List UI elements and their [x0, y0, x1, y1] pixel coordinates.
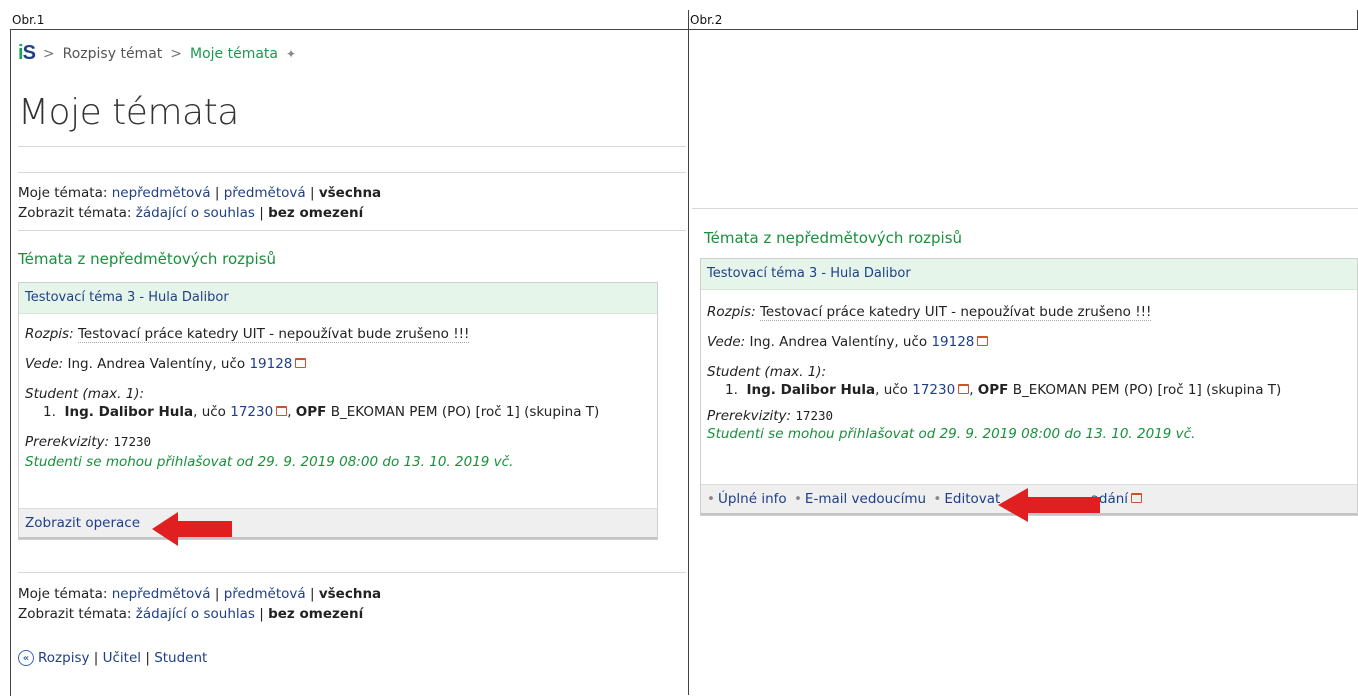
topic-card: Testovací téma 3 - Hula Dalibor Rozpis: … — [18, 282, 658, 540]
divider — [18, 146, 686, 147]
faculty: OPF — [295, 404, 327, 420]
filter-vsechna-active: všechna — [318, 586, 382, 602]
vede-label: Vede: — [25, 356, 64, 372]
topic-card-expanded: Testovací téma 3 - Hula Dalibor Rozpis: … — [700, 258, 1358, 516]
filters-bottom: Moje témata: nepředmětová | předmětová |… — [18, 584, 381, 624]
filter-zadajici-link[interactable]: žádající o souhlas — [136, 606, 255, 622]
divider — [18, 172, 686, 173]
supervisor-name: Ing. Andrea Valentíny, učo — [67, 356, 246, 372]
breadcrumb-item-rozpisy[interactable]: Rozpisy témat — [63, 46, 163, 62]
separator: | — [214, 586, 220, 602]
bullet: • — [933, 491, 942, 507]
faculty: OPF — [977, 382, 1009, 398]
supervisor-name: Ing. Andrea Valentíny, učo — [749, 334, 928, 350]
section-title: Témata z nepředmětových rozpisů — [18, 250, 277, 268]
prereq-value: 17230 — [795, 408, 834, 423]
student-label: Student (max. 1): — [25, 386, 145, 402]
back-icon[interactable]: « — [18, 650, 34, 666]
separator: | — [309, 185, 315, 201]
prereq-label: Prerekvizity: — [25, 434, 110, 450]
business-card-icon[interactable] — [276, 406, 288, 416]
section-title: Témata z nepředmětových rozpisů — [704, 229, 963, 247]
red-arrow-annotation — [998, 488, 1100, 522]
prereq-label: Prerekvizity: — [707, 408, 792, 424]
column-divider — [688, 10, 689, 695]
student-name: Ing. Dalibor Hula — [746, 382, 876, 398]
filter-nepredmetova-link[interactable]: nepředmětová — [112, 586, 211, 602]
filter-vsechna-active: všechna — [318, 185, 382, 201]
rozpis-link[interactable]: Testovací práce katedry UIT - nepoužívat… — [759, 304, 1152, 321]
filter-label: Moje témata: — [18, 185, 108, 201]
filter-predmetova-link[interactable]: předmětová — [224, 586, 306, 602]
rozpis-label: Rozpis: — [707, 304, 756, 320]
pin-icon[interactable]: ✦ — [286, 47, 296, 61]
business-card-icon[interactable] — [958, 384, 970, 394]
bottom-nav: «Rozpisy | Učitel | Student — [18, 650, 207, 666]
vede-label: Vede: — [707, 334, 746, 350]
divider — [18, 230, 686, 231]
full-info-link[interactable]: Úplné info — [718, 491, 787, 507]
prereq-value: 17230 — [113, 434, 152, 449]
business-card-icon[interactable] — [977, 336, 989, 346]
signup-period-note: Studenti se mohou přihlašovat od 29. 9. … — [25, 454, 514, 470]
red-arrow-annotation — [152, 512, 232, 546]
uco-label: , učo — [193, 404, 226, 420]
list-number: 1. — [725, 382, 738, 398]
filter-label: Zobrazit témata: — [18, 606, 132, 622]
filter-nepredmetova-link[interactable]: nepředmětová — [112, 185, 211, 201]
uco-label: , učo — [875, 382, 908, 398]
filter-label: Zobrazit témata: — [18, 205, 132, 221]
student-list-item: 1. Ing. Dalibor Hula, učo 17230, OPF B_E… — [725, 382, 1282, 398]
nav-ucitel-link[interactable]: Učitel — [103, 650, 141, 666]
business-card-icon[interactable] — [1131, 493, 1143, 503]
separator: | — [309, 586, 315, 602]
edit-link[interactable]: Editovat — [944, 491, 1000, 507]
rozpis-label: Rozpis: — [25, 326, 74, 342]
rozpis-link[interactable]: Testovací práce katedry UIT - nepoužívat… — [77, 326, 470, 343]
separator: | — [259, 205, 264, 221]
topic-title-link[interactable]: Testovací téma 3 - Hula Dalibor — [701, 259, 1357, 290]
nav-student-link[interactable]: Student — [154, 650, 207, 666]
filter-bez-omezeni-active: bez omezení — [268, 606, 364, 622]
bullet: • — [707, 491, 715, 507]
business-card-icon[interactable] — [295, 358, 307, 368]
filters-top: Moje témata: nepředmětová | předmětová |… — [18, 183, 381, 223]
header-cell-left: Obr.1 — [10, 10, 689, 30]
study-info: B_EKOMAN PEM (PO) [roč 1] (skupina T) — [1012, 382, 1282, 398]
separator: | — [214, 185, 220, 201]
divider — [692, 208, 1358, 209]
supervisor-uco-link[interactable]: 19128 — [249, 356, 292, 372]
page-title: Moje témata — [18, 92, 239, 133]
bullet: • — [793, 491, 802, 507]
header-cell-right: Obr.2 — [688, 10, 1358, 30]
email-supervisor-link[interactable]: E-mail vedoucímu — [805, 491, 926, 507]
student-uco-link[interactable]: 17230 — [912, 382, 955, 398]
student-label: Student (max. 1): — [707, 364, 827, 380]
breadcrumb-item-current[interactable]: Moje témata — [190, 46, 278, 62]
breadcrumb: iS > Rozpisy témat > Moje témata ✦ — [18, 42, 296, 65]
topic-title-link[interactable]: Testovací téma 3 - Hula Dalibor — [19, 283, 657, 314]
study-info: B_EKOMAN PEM (PO) [roč 1] (skupina T) — [330, 404, 600, 420]
list-number: 1. — [43, 404, 56, 420]
separator: | — [93, 650, 99, 666]
filter-label: Moje témata: — [18, 586, 108, 602]
chevron-right-icon: > — [170, 45, 183, 62]
show-operations-link[interactable]: Zobrazit operace — [25, 515, 140, 531]
student-name: Ing. Dalibor Hula — [64, 404, 194, 420]
supervisor-uco-link[interactable]: 19128 — [931, 334, 974, 350]
student-uco-link[interactable]: 17230 — [230, 404, 273, 420]
student-list-item: 1. Ing. Dalibor Hula, učo 17230, OPF B_E… — [43, 404, 600, 420]
filter-zadajici-link[interactable]: žádající o souhlas — [136, 205, 255, 221]
filter-bez-omezeni-active: bez omezení — [268, 205, 364, 221]
filter-predmetova-link[interactable]: předmětová — [224, 185, 306, 201]
signup-period-note: Studenti se mohou přihlašovat od 29. 9. … — [707, 426, 1196, 442]
separator: | — [259, 606, 264, 622]
chevron-right-icon: > — [42, 45, 55, 62]
separator: | — [145, 650, 150, 666]
divider — [18, 572, 686, 573]
is-logo-icon[interactable]: iS — [18, 42, 36, 65]
nav-rozpisy-link[interactable]: Rozpisy — [38, 650, 89, 666]
